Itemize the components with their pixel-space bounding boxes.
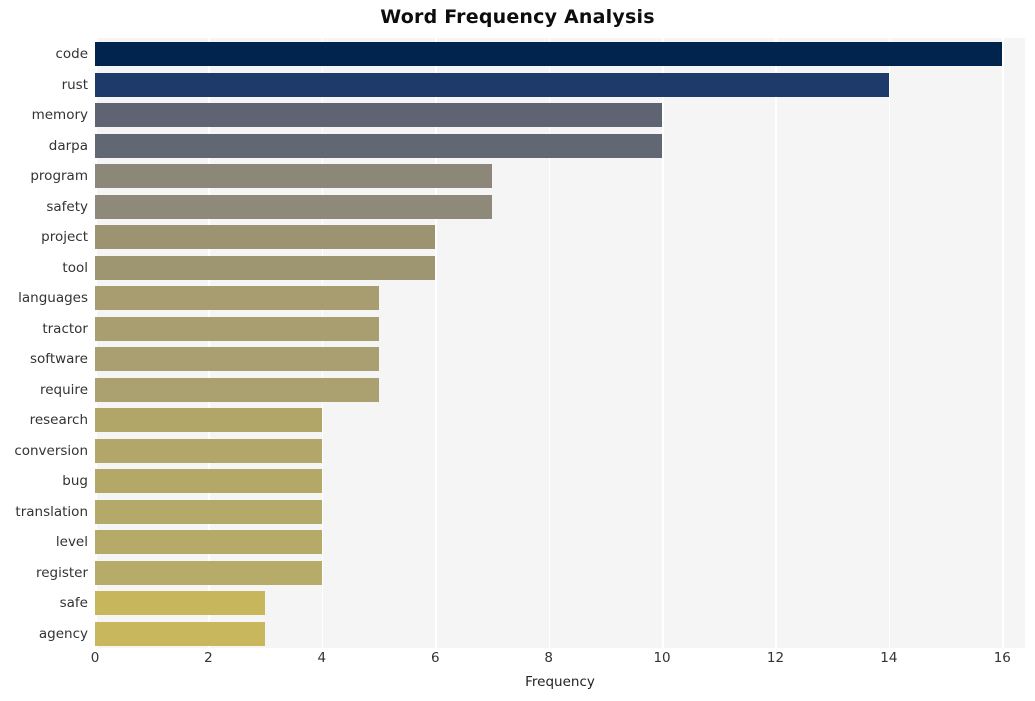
bar-memory [95,103,663,128]
bar-bug [95,469,322,494]
x-axis-title: Frequency [525,674,595,690]
y-tick-label-translation: translation [15,503,88,520]
y-tick-label-software: software [30,351,88,368]
x-tick-label-16: 16 [993,650,1011,666]
y-tick-label-agency: agency [38,625,88,642]
y-tick-label-safety: safety [46,198,88,215]
x-tick-label-14: 14 [880,650,898,666]
bar-tool [95,255,436,280]
plot-area [95,38,1025,648]
x-tick-label-0: 0 [90,650,100,666]
bar-translation [95,499,322,524]
bar-languages [95,286,379,311]
x-tick-label-12: 12 [766,650,785,666]
y-tick-label-require: require [40,381,88,398]
bar-conversion [95,438,322,463]
y-tick-label-code: code [55,46,88,63]
y-tick-label-conversion: conversion [14,442,88,459]
bar-code [95,42,1003,67]
bar-research [95,408,322,433]
y-tick-label-memory: memory [31,107,88,124]
bars-group [95,38,1025,648]
bar-register [95,560,322,585]
bar-agency [95,621,266,646]
bar-safe [95,591,266,616]
x-tick-label-4: 4 [317,650,327,666]
bar-level [95,530,322,555]
y-tick-label-safe: safe [59,595,88,612]
bar-tractor [95,316,379,341]
bar-project [95,225,436,250]
y-tick-label-tractor: tractor [42,320,88,337]
bar-program [95,164,492,189]
bar-darpa [95,133,663,158]
x-tick-label-2: 2 [204,650,213,666]
bar-require [95,377,379,402]
y-tick-label-research: research [29,412,88,429]
y-axis-tick-labels: code rust memory darpa program safety project t… [0,38,95,648]
y-tick-label-darpa: darpa [48,137,88,154]
y-tick-label-project: project [41,229,88,246]
y-tick-label-languages: languages [18,290,88,307]
y-tick-label-bug: bug [62,473,88,490]
x-tick-label-8: 8 [544,650,553,666]
bar-software [95,347,379,372]
y-tick-label-register: register [35,564,88,581]
x-tick-label-10: 10 [653,650,671,666]
word-frequency-bar-chart: Word Frequency Analysis code rust memory da… [0,0,1035,701]
y-tick-label-tool: tool [62,259,88,276]
x-tick-label-6: 6 [430,650,440,666]
y-tick-label-level: level [55,534,88,551]
y-tick-label-program: program [30,168,88,185]
x-axis-tick-labels: 0 2 4 6 8 10 12 14 16 [91,650,1025,674]
y-tick-label-rust: rust [61,76,88,93]
bar-rust [95,72,889,97]
bar-safety [95,194,492,219]
page-title: Word Frequency Analysis [380,6,655,28]
